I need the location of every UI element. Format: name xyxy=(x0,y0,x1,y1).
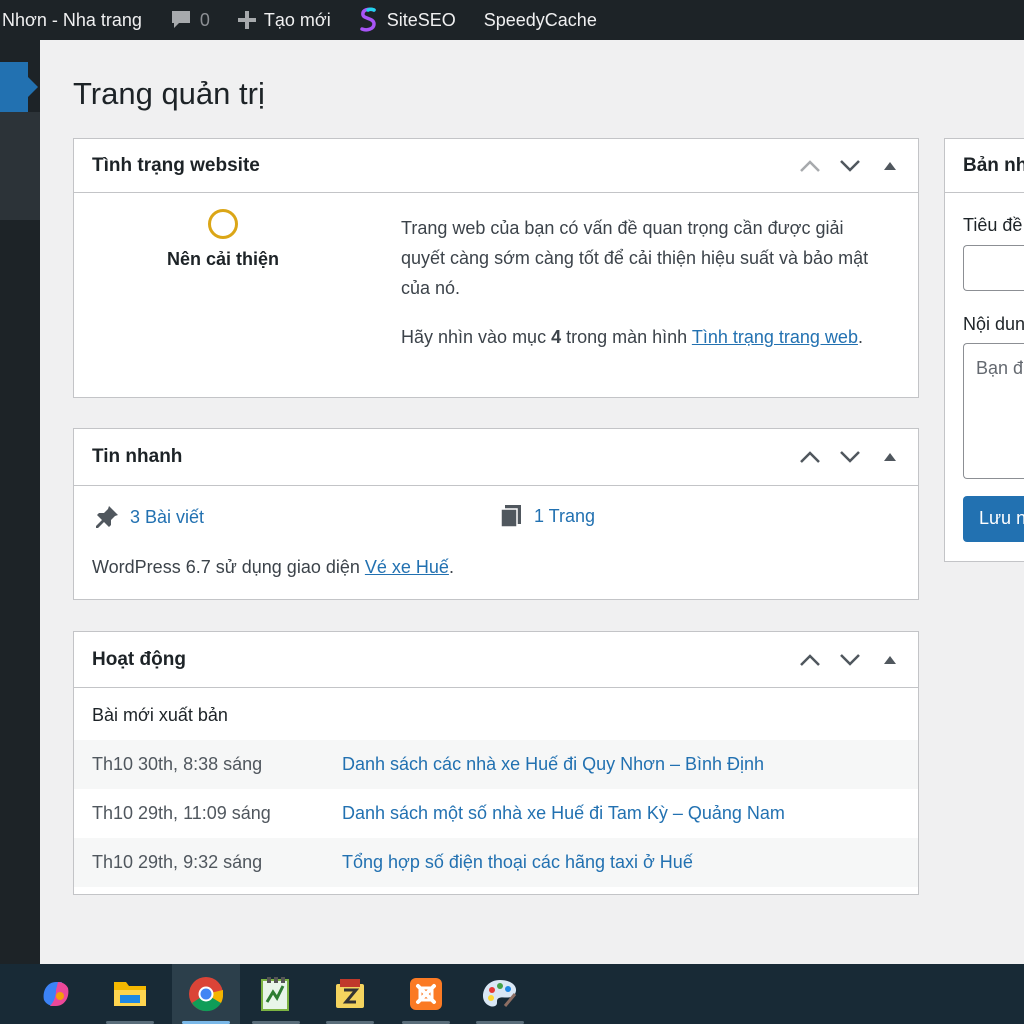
widget-title: Bản nh xyxy=(963,154,1024,176)
health-status-label: Nên cải thiện xyxy=(166,249,280,269)
move-up-icon[interactable] xyxy=(794,150,826,182)
filezilla-icon[interactable] xyxy=(320,964,380,1024)
recently-published-heading: Bài mới xuất bản xyxy=(92,705,228,725)
wp-prefix: WordPress 6.7 sử dụng giao diện xyxy=(92,557,365,577)
wordpress-version-text: WordPress 6.7 sử dụng giao diện Vé xe Hu… xyxy=(92,557,454,578)
move-down-icon[interactable] xyxy=(834,150,866,182)
at-a-glance-widget: Tin nhanh 3 Bài viết 1 Trang WordPress 6… xyxy=(73,428,919,600)
list-item: Th10 30th, 8:38 sáng Danh sách các nhà x… xyxy=(74,740,918,789)
siteseo-icon xyxy=(359,7,379,33)
draft-title-input[interactable] xyxy=(963,245,1024,291)
post-title-link[interactable]: Tổng hợp số điện thoại các hãng taxi ở H… xyxy=(342,852,693,873)
activity-list: Th10 30th, 8:38 sáng Danh sách các nhà x… xyxy=(74,740,918,887)
new-content-link[interactable]: Tạo mới xyxy=(224,0,345,40)
pin-icon xyxy=(94,504,120,530)
move-down-icon[interactable] xyxy=(834,644,866,676)
comments-count: 0 xyxy=(199,9,210,30)
items-suffix: . xyxy=(857,327,863,347)
widget-header: Tình trạng website xyxy=(74,139,918,193)
health-description: Trang web của bạn có vấn đề quan trọng c… xyxy=(401,213,891,371)
theme-link[interactable]: Vé xe Huế xyxy=(365,557,449,577)
health-status: Nên cải thiện xyxy=(164,209,282,270)
health-message: Trang web của bạn có vấn đề quan trọng c… xyxy=(401,218,869,298)
move-up-icon[interactable] xyxy=(794,644,826,676)
dashboard-submenu[interactable] xyxy=(0,112,40,220)
speedycache-label: SpeedyCache xyxy=(483,9,597,30)
site-health-link[interactable]: Tình trạng trang web xyxy=(692,327,858,347)
current-menu-arrow xyxy=(28,77,38,97)
comment-icon xyxy=(170,10,192,30)
post-title-link[interactable]: Danh sách các nhà xe Huế đi Quy Nhơn – B… xyxy=(342,754,764,775)
draft-content-textarea[interactable]: Bạn đ xyxy=(963,343,1024,479)
siteseo-link[interactable]: SiteSEO xyxy=(345,0,470,40)
chrome-icon[interactable] xyxy=(172,964,240,1024)
xampp-icon[interactable] xyxy=(396,964,456,1024)
plus-icon xyxy=(237,11,256,29)
collapse-toggle-icon[interactable] xyxy=(874,441,906,473)
items-count: 4 xyxy=(551,327,562,347)
widget-title: Tin nhanh xyxy=(92,446,183,467)
widget-title: Hoạt động xyxy=(92,648,186,670)
items-prefix: Hãy nhìn vào mục xyxy=(401,327,552,347)
post-date: Th10 29th, 9:32 sáng xyxy=(92,852,263,872)
collapse-toggle-icon[interactable] xyxy=(874,644,906,676)
widget-header: Bản nh xyxy=(945,139,1024,193)
notepad-plus-icon[interactable] xyxy=(246,964,306,1024)
health-items-text: Hãy nhìn vào mục 4 trong màn hình Tình t… xyxy=(401,322,891,352)
save-draft-button[interactable]: Lưu n xyxy=(963,496,1024,542)
page-title: Trang quản trị xyxy=(73,76,265,111)
posts-count[interactable]: 3 Bài viết xyxy=(130,507,204,528)
siteseo-label: SiteSEO xyxy=(386,9,456,30)
new-content-label: Tạo mới xyxy=(263,9,331,30)
file-explorer-icon[interactable] xyxy=(100,964,160,1024)
pages-icon xyxy=(500,504,522,528)
widget-header: Hoạt động xyxy=(74,632,918,688)
quick-draft-widget: Bản nh Tiêu đề Nội dun Bạn đ Lưu n xyxy=(944,138,1024,562)
pages-count[interactable]: 1 Trang xyxy=(534,506,595,527)
widget-title: Tình trạng website xyxy=(92,154,260,176)
post-date: Th10 29th, 11:09 sáng xyxy=(92,803,271,823)
content-field-label: Nội dun xyxy=(963,314,1024,334)
site-health-widget: Tình trạng website Nên cải thiện Trang w… xyxy=(73,138,919,398)
copilot-icon[interactable] xyxy=(26,964,86,1024)
widget-controls xyxy=(794,441,918,473)
post-date: Th10 30th, 8:38 sáng xyxy=(92,754,263,774)
health-progress-icon xyxy=(208,209,238,239)
menu-item-dashboard[interactable] xyxy=(0,62,28,112)
post-title-link[interactable]: Danh sách một số nhà xe Huế đi Tam Kỳ – … xyxy=(342,803,785,824)
list-item: Th10 29th, 9:32 sáng Tổng hợp số điện th… xyxy=(74,838,918,887)
admin-menu xyxy=(0,40,40,964)
comments-link[interactable]: 0 xyxy=(156,0,224,40)
collapse-toggle-icon[interactable] xyxy=(874,150,906,182)
move-down-icon[interactable] xyxy=(834,441,866,473)
list-item: Th10 29th, 11:09 sáng Danh sách một số n… xyxy=(74,789,918,838)
activity-widget: Hoạt động Bài mới xuất bản Th10 30th, 8:… xyxy=(73,631,919,895)
posts-count-link[interactable]: 3 Bài viết xyxy=(94,504,204,530)
site-name: Nhơn - Nha trang xyxy=(2,9,142,30)
admin-bar: Nhơn - Nha trang 0 Tạo mới SiteSEO Speed… xyxy=(0,0,1024,40)
widget-controls xyxy=(794,150,918,182)
move-up-icon[interactable] xyxy=(794,441,826,473)
speedycache-link[interactable]: SpeedyCache xyxy=(470,0,611,40)
wp-suffix: . xyxy=(448,557,454,577)
taskbar xyxy=(0,964,1024,1024)
site-name-link[interactable]: Nhơn - Nha trang xyxy=(0,0,156,40)
paint-icon[interactable] xyxy=(470,964,530,1024)
title-field-label: Tiêu đề xyxy=(963,215,1023,235)
widget-header: Tin nhanh xyxy=(74,429,918,486)
items-middle: trong màn hình xyxy=(561,327,692,347)
widget-controls xyxy=(794,644,918,676)
pages-count-link[interactable]: 1 Trang xyxy=(500,504,595,528)
